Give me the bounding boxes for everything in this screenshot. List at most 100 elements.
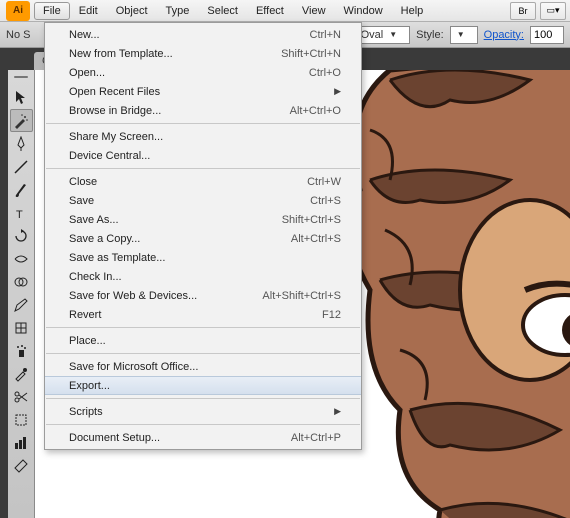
pencil-tool[interactable] bbox=[10, 293, 33, 316]
artboard-tool[interactable] bbox=[10, 408, 33, 431]
menu-item-label: Save as Template... bbox=[69, 252, 165, 264]
menu-item-label: New from Template... bbox=[69, 48, 173, 60]
menu-item-label: Place... bbox=[69, 335, 106, 347]
menu-item-save[interactable]: SaveCtrl+S bbox=[45, 191, 361, 210]
menu-separator bbox=[46, 327, 360, 328]
menu-file[interactable]: File bbox=[34, 2, 70, 20]
menu-item-browse-in-bridge[interactable]: Browse in Bridge... Alt+Ctrl+O bbox=[45, 101, 361, 120]
toolbox: T bbox=[8, 70, 35, 518]
menu-item-shortcut: Alt+Shift+Ctrl+S bbox=[262, 290, 341, 302]
menu-item-place[interactable]: Place... bbox=[45, 331, 361, 350]
toolbox-grip[interactable] bbox=[11, 76, 31, 82]
menu-item-shortcut: Alt+Ctrl+S bbox=[291, 233, 341, 245]
style-select[interactable]: ▼ bbox=[450, 26, 478, 44]
menu-item-shortcut: Shift+Ctrl+S bbox=[282, 214, 341, 226]
menu-separator bbox=[46, 353, 360, 354]
menu-window[interactable]: Window bbox=[335, 2, 392, 20]
paintbrush-tool[interactable] bbox=[10, 178, 33, 201]
menu-select[interactable]: Select bbox=[198, 2, 247, 20]
menu-item-open[interactable]: Open...Ctrl+O bbox=[45, 63, 361, 82]
menu-item-open-recent-files[interactable]: Open Recent Files ▶ bbox=[45, 82, 361, 101]
panel-strip bbox=[0, 70, 8, 518]
menu-item-label: New... bbox=[69, 29, 100, 41]
menu-item-save-as-template[interactable]: Save as Template... bbox=[45, 248, 361, 267]
menu-item-save-for-web-devices[interactable]: Save for Web & Devices... Alt+Shift+Ctrl+… bbox=[45, 286, 361, 305]
menu-item-shortcut: Alt+Ctrl+P bbox=[291, 432, 341, 444]
menu-item-device-central[interactable]: Device Central... bbox=[45, 146, 361, 165]
menu-item-label: Close bbox=[69, 176, 97, 188]
menu-help[interactable]: Help bbox=[392, 2, 433, 20]
symbol-sprayer-tool[interactable] bbox=[10, 339, 33, 362]
menu-item-export[interactable]: Export... bbox=[45, 376, 361, 395]
rotate-tool[interactable] bbox=[10, 224, 33, 247]
slice-tool[interactable] bbox=[10, 454, 33, 477]
artwork-illustration bbox=[330, 70, 570, 518]
menu-item-save-a-copy[interactable]: Save a Copy... Alt+Ctrl+S bbox=[45, 229, 361, 248]
file-menu-dropdown: New... Ctrl+N New from Template... Shift+Ct… bbox=[44, 22, 362, 450]
scissors-tool[interactable] bbox=[10, 385, 33, 408]
menu-item-label: Open Recent Files bbox=[69, 86, 160, 98]
menu-item-save-as[interactable]: Save As... Shift+Ctrl+S bbox=[45, 210, 361, 229]
menu-item-share-my-screen[interactable]: Share My Screen... bbox=[45, 127, 361, 146]
menu-item-check-in[interactable]: Check In... bbox=[45, 267, 361, 286]
menu-item-label: Export... bbox=[69, 380, 110, 392]
menubar: Ai File Edit Object Type Select Effect V… bbox=[0, 0, 570, 22]
menu-item-document-setup[interactable]: Document Setup... Alt+Ctrl+P bbox=[45, 428, 361, 447]
menu-separator bbox=[46, 398, 360, 399]
magic-wand-tool[interactable] bbox=[10, 109, 33, 132]
menu-separator bbox=[46, 424, 360, 425]
menu-item-shortcut: Ctrl+N bbox=[310, 29, 341, 41]
menu-item-label: Document Setup... bbox=[69, 432, 160, 444]
menu-item-new-from-template[interactable]: New from Template... Shift+Ctrl+N bbox=[45, 44, 361, 63]
bridge-button[interactable]: Br bbox=[510, 2, 536, 20]
menu-item-label: Save bbox=[69, 195, 94, 207]
app-icon: Ai bbox=[6, 1, 30, 21]
menu-item-label: Revert bbox=[69, 309, 101, 321]
width-tool[interactable] bbox=[10, 247, 33, 270]
workspace-switcher[interactable]: ▭▾ bbox=[540, 2, 566, 20]
type-tool[interactable]: T bbox=[10, 201, 33, 224]
menu-item-shortcut: Alt+Ctrl+O bbox=[290, 105, 341, 117]
menu-separator bbox=[46, 168, 360, 169]
submenu-arrow-icon: ▶ bbox=[334, 406, 341, 417]
menu-item-label: Save a Copy... bbox=[69, 233, 140, 245]
menu-item-scripts[interactable]: Scripts ▶ bbox=[45, 402, 361, 421]
menu-item-shortcut: Ctrl+W bbox=[307, 176, 341, 188]
menu-item-new[interactable]: New... Ctrl+N bbox=[45, 25, 361, 44]
menu-effect[interactable]: Effect bbox=[247, 2, 293, 20]
menu-item-shortcut: Ctrl+O bbox=[309, 67, 341, 79]
menu-item-shortcut: F12 bbox=[322, 309, 341, 321]
menu-object[interactable]: Object bbox=[107, 2, 157, 20]
options-left-text: No S bbox=[6, 29, 30, 41]
menu-item-label: Scripts bbox=[69, 406, 103, 418]
opacity-input[interactable] bbox=[530, 26, 564, 44]
style-label: Style: bbox=[416, 29, 444, 41]
menu-separator bbox=[46, 123, 360, 124]
mesh-tool[interactable] bbox=[10, 316, 33, 339]
line-tool[interactable] bbox=[10, 155, 33, 178]
menu-item-label: Save As... bbox=[69, 214, 119, 226]
menu-edit[interactable]: Edit bbox=[70, 2, 107, 20]
shape-select[interactable]: Oval ▼ bbox=[356, 26, 411, 44]
menu-type[interactable]: Type bbox=[157, 2, 199, 20]
menu-item-close[interactable]: Close Ctrl+W bbox=[45, 172, 361, 191]
eyedropper-tool[interactable] bbox=[10, 362, 33, 385]
menu-item-label: Save for Microsoft Office... bbox=[69, 361, 198, 373]
svg-text:T: T bbox=[16, 209, 23, 221]
menu-item-label: Device Central... bbox=[69, 150, 150, 162]
opacity-label[interactable]: Opacity: bbox=[484, 29, 524, 41]
submenu-arrow-icon: ▶ bbox=[334, 86, 341, 97]
selection-tool[interactable] bbox=[10, 86, 33, 109]
menu-item-label: Check In... bbox=[69, 271, 122, 283]
menu-view[interactable]: View bbox=[293, 2, 335, 20]
shape-builder-tool[interactable] bbox=[10, 270, 33, 293]
pen-tool[interactable] bbox=[10, 132, 33, 155]
menu-item-save-for-microsoft-office[interactable]: Save for Microsoft Office... bbox=[45, 357, 361, 376]
menu-item-label: Save for Web & Devices... bbox=[69, 290, 197, 302]
menu-item-label: Browse in Bridge... bbox=[69, 105, 161, 117]
menu-item-shortcut: Shift+Ctrl+N bbox=[281, 48, 341, 60]
menu-item-label: Share My Screen... bbox=[69, 131, 163, 143]
menubar-right: Br ▭▾ bbox=[510, 2, 570, 20]
column-graph-tool[interactable] bbox=[10, 431, 33, 454]
menu-item-revert[interactable]: Revert F12 bbox=[45, 305, 361, 324]
